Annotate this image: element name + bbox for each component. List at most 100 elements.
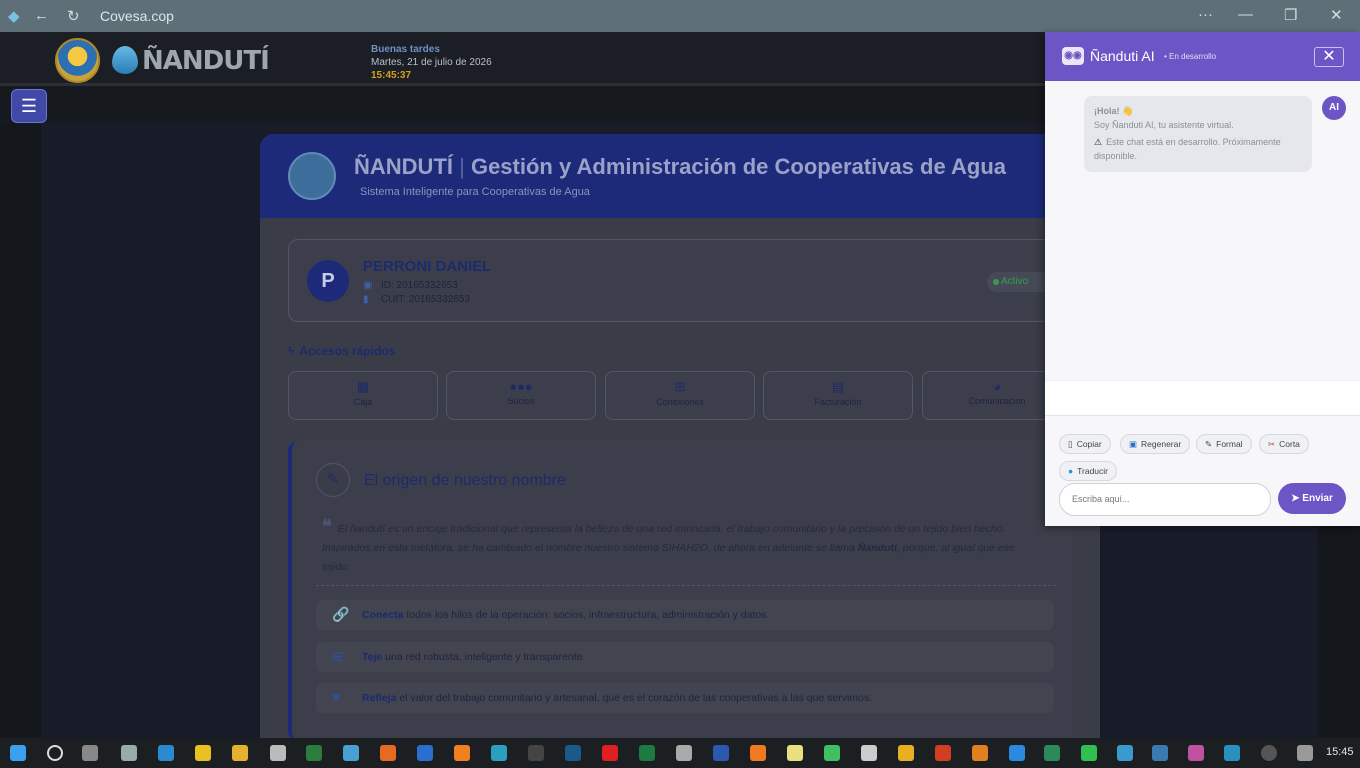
calculator-icon[interactable]	[270, 745, 286, 761]
card-header: ÑANDUTÍ | Gestión y Administración de Co…	[260, 134, 1100, 218]
settings-icon[interactable]	[861, 745, 877, 761]
link-icon: 🔗	[332, 606, 350, 622]
user-cuit: CUIT: 20165332653	[381, 294, 470, 305]
restore-icon[interactable]: ❐	[1284, 6, 1297, 24]
origin-section: ✎ El origen de nuestro nombre ❝ El ñandut…	[288, 441, 1072, 738]
more-icon[interactable]: ···	[1198, 6, 1213, 23]
dashboard-card: ÑANDUTÍ | Gestión y Administración de Co…	[260, 134, 1100, 738]
user-name: PERRONI DANIEL	[363, 258, 492, 275]
youtube-icon[interactable]	[602, 745, 618, 761]
short-label: Corta	[1279, 439, 1300, 449]
send-button[interactable]: ➤ Enviar	[1278, 483, 1346, 514]
copy-button[interactable]: ▯ Copiar	[1059, 434, 1111, 454]
short-button[interactable]: ✂ Corta	[1259, 434, 1309, 454]
quick-access-conexiones[interactable]: ⊞ Conexiones	[605, 371, 755, 420]
quick-access-facturacion[interactable]: ▤ Facturación	[763, 371, 913, 420]
hand-heart-icon: ♥	[332, 689, 341, 705]
outlook-icon[interactable]	[417, 745, 433, 761]
feature-text: Refleja el valor del trabajo comunitario…	[362, 692, 872, 704]
sitemap-icon: ⊞	[332, 648, 344, 664]
feature-bold: Refleja	[362, 692, 397, 704]
app-icon[interactable]	[1044, 745, 1060, 761]
app-icon[interactable]	[158, 745, 174, 761]
quick-access-caja[interactable]: ▦ Caja	[288, 371, 438, 420]
current-date: Martes, 21 de julio de 2026	[371, 57, 492, 68]
quick-access-label: Caja	[353, 397, 373, 407]
regenerate-button[interactable]: ▣ Regenerar	[1120, 434, 1191, 454]
windows-start-icon[interactable]	[10, 745, 26, 761]
ai-avatar: AI	[1322, 96, 1346, 120]
edge-icon[interactable]	[491, 745, 507, 761]
nanduti-app-icon[interactable]	[343, 745, 359, 761]
chat-input[interactable]: Escriba aquí...	[1059, 483, 1271, 516]
notepad-icon[interactable]	[787, 745, 803, 761]
user-info-box: P PERRONI DANIEL ▣ ID: 20165332653 ▮ CUIT:…	[288, 239, 1068, 322]
app-icon[interactable]	[454, 745, 470, 761]
network-icon: ⊞	[674, 379, 686, 394]
app-icon[interactable]	[306, 745, 322, 761]
app-icon[interactable]	[972, 745, 988, 761]
app-icon[interactable]	[1261, 745, 1277, 761]
whatsapp-icon[interactable]	[1081, 745, 1097, 761]
firefox-icon[interactable]	[380, 745, 396, 761]
translate-button[interactable]: ● Traducir	[1059, 461, 1117, 481]
close-window-icon[interactable]: ✕	[1330, 6, 1343, 24]
address-bar[interactable]: Covesa.cop	[100, 8, 174, 24]
quick-access-socios[interactable]: ●●● Socios	[446, 371, 596, 420]
brand-logo-text: ÑANDUTÍ	[142, 46, 270, 76]
feature-bold: Conecta	[362, 609, 404, 621]
regenerate-icon: ▣	[1129, 439, 1138, 449]
app-icon[interactable]	[750, 745, 766, 761]
powerpoint-icon[interactable]	[935, 745, 951, 761]
pen-tray-icon[interactable]	[1297, 745, 1313, 761]
greeting-text: Buenas tardes	[371, 44, 440, 55]
quote-brand: Ñandutí	[857, 542, 897, 554]
app-icon[interactable]	[565, 745, 581, 761]
app-icon[interactable]	[1117, 745, 1133, 761]
origin-quote: ❝ El ñandutí es un encaje tradicional que…	[322, 517, 1042, 577]
user-id: ID: 20165332653	[381, 280, 458, 291]
app-icon[interactable]	[824, 745, 840, 761]
feature-teje: ⊞ Teje una red robusta, inteligente y tra…	[316, 642, 1054, 672]
feature-refleja: ♥ Refleja el valor del trabajo comunitari…	[316, 683, 1054, 713]
copy-label: Copiar	[1076, 439, 1102, 449]
warning-icon: ⚠	[1094, 137, 1103, 147]
app-icon[interactable]	[898, 745, 914, 761]
word-icon[interactable]	[713, 745, 729, 761]
chat-dev-badge: • En desarrollo	[1164, 52, 1217, 61]
minimize-icon[interactable]: —	[1238, 6, 1253, 23]
sidebar	[0, 123, 41, 738]
origin-title: El origen de nuestro nombre	[364, 472, 566, 489]
quick-access-label: Socios	[507, 396, 535, 406]
task-view-icon[interactable]	[82, 745, 98, 761]
app-icon[interactable]	[676, 745, 692, 761]
app-icon[interactable]	[1152, 745, 1168, 761]
card-logo-icon	[288, 152, 336, 200]
chat-close-button[interactable]: ✕	[1314, 47, 1344, 67]
message-warning: ⚠ Este chat está en desarrollo. Próximame…	[1094, 135, 1302, 163]
formal-button[interactable]: ✎ Formal	[1196, 434, 1252, 454]
file-explorer-icon[interactable]	[232, 745, 248, 761]
chat-header: ◉◉ Ñanduti AI • En desarrollo ✕	[1045, 32, 1360, 81]
quick-access-label: Conexiones	[656, 397, 704, 407]
title-brand: ÑANDUTÍ	[354, 154, 453, 179]
printer-app-icon[interactable]	[121, 745, 137, 761]
feature-conecta: 🔗 Conecta todos los hilos de la operación…	[316, 600, 1054, 630]
globe-icon: ●	[1068, 466, 1074, 476]
pen-icon: ✎	[316, 463, 350, 497]
edge-icon[interactable]	[1224, 745, 1240, 761]
vscode-icon[interactable]	[1009, 745, 1025, 761]
status-badge: Activo	[987, 272, 1051, 292]
sticky-notes-icon[interactable]	[195, 745, 211, 761]
app-icon[interactable]	[1188, 745, 1204, 761]
scissors-icon: ✂	[1268, 439, 1276, 449]
message-warning-text: Este chat está en desarrollo. Próximamen…	[1094, 137, 1281, 161]
hamburger-menu-button[interactable]: ☰	[11, 89, 47, 123]
chat-title: Ñanduti AI	[1090, 48, 1155, 64]
reload-icon[interactable]: ↻	[67, 7, 80, 25]
excel-icon[interactable]	[639, 745, 655, 761]
chat-message: ¡Hola! 👋 Soy Ñanduti AI, tu asistente vi…	[1084, 96, 1312, 172]
app-icon[interactable]	[528, 745, 544, 761]
back-icon[interactable]: ←	[34, 7, 49, 24]
search-icon[interactable]	[47, 745, 63, 761]
